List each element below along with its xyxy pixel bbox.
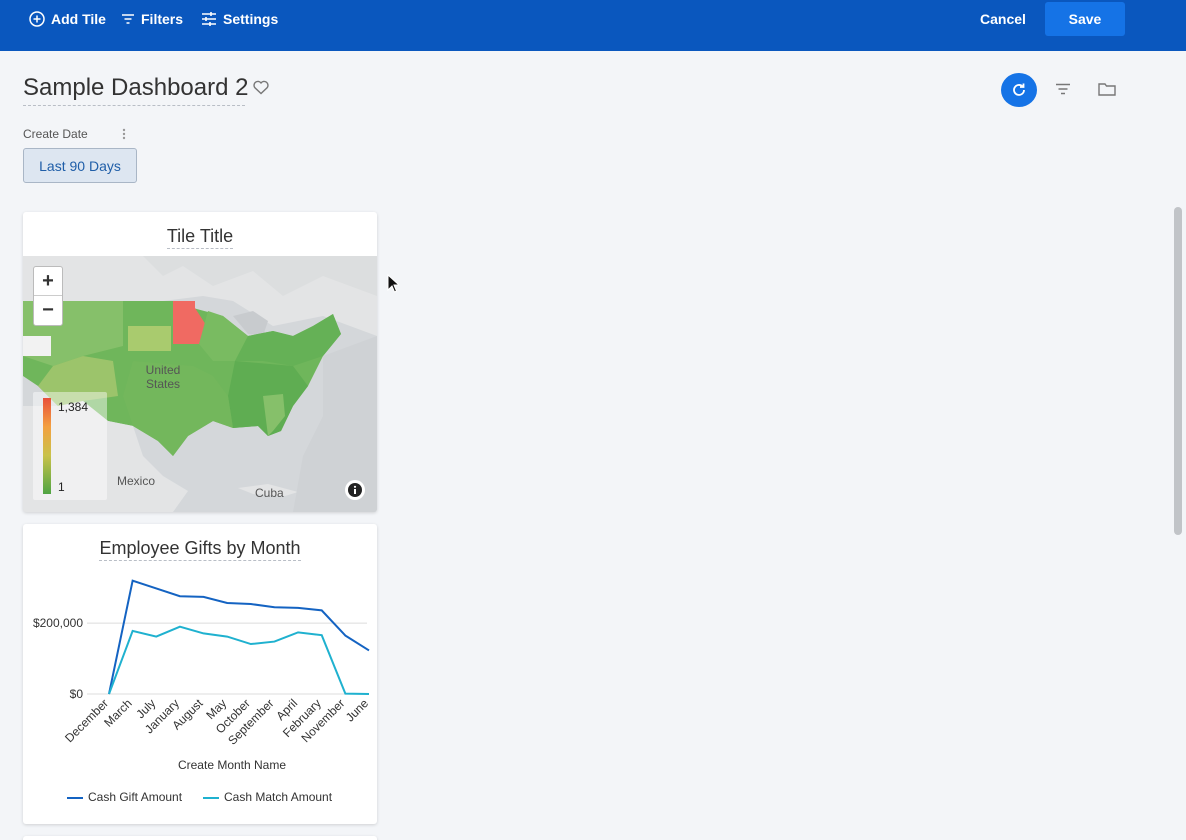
zoom-in-button[interactable]: + — [34, 267, 62, 296]
zoom-control: + − — [33, 266, 63, 326]
filters-button[interactable]: Filters — [121, 0, 183, 38]
refresh-icon — [1013, 83, 1025, 96]
map-tile-title[interactable]: Tile Title — [23, 226, 377, 249]
x-tick-label: June — [343, 696, 372, 725]
info-icon[interactable] — [345, 480, 365, 500]
kebab-menu-icon[interactable] — [122, 127, 126, 145]
filters-label: Filters — [141, 11, 184, 27]
x-axis-label: Create Month Name — [178, 758, 286, 772]
filter-label: Create Date — [23, 127, 88, 141]
line-chart: $0$200,000DecemberMarchJulyJanuaryAugust… — [33, 579, 372, 804]
add-circle-icon — [29, 11, 45, 27]
favorite-heart-icon[interactable] — [253, 80, 269, 100]
settings-button[interactable]: Settings — [201, 0, 278, 38]
map-tile: Tile Title + − 1,384 1 United States Mex… — [23, 212, 377, 512]
y-tick-label: $0 — [70, 687, 84, 701]
chart-tile: Employee Gifts by Month $0 $200,000 Decemb… — [23, 524, 377, 824]
choropleth-map[interactable]: + − 1,384 1 United States Mexico Cuba — [23, 256, 377, 512]
legend-label: Cash Gift Amount — [88, 790, 183, 804]
y-tick-label: $200,000 — [33, 616, 83, 630]
date-filter-chip[interactable]: Last 90 Days — [23, 148, 137, 183]
settings-label: Settings — [223, 11, 279, 27]
map-label-cuba: Cuba — [255, 486, 284, 500]
series-line — [108, 579, 370, 695]
add-tile-button[interactable]: Add Tile — [29, 0, 106, 38]
top-toolbar: Add Tile Filters Settings Cancel Save — [0, 0, 1186, 51]
legend-max-value: 1,384 — [58, 400, 89, 414]
legend-min-value: 1 — [58, 480, 65, 494]
mouse-cursor-icon — [387, 273, 401, 298]
dashboard-title[interactable]: Sample Dashboard 2 — [23, 74, 248, 106]
folder-icon[interactable] — [1098, 82, 1116, 101]
map-legend: 1,384 1 — [33, 392, 107, 500]
filter-icon — [122, 14, 134, 24]
zoom-out-button[interactable]: − — [34, 296, 62, 325]
dashboard-filter-icon[interactable] — [1055, 82, 1071, 100]
cancel-button[interactable]: Cancel — [980, 0, 1026, 38]
legend-label: Cash Match Amount — [224, 790, 333, 804]
x-tick-label: March — [101, 696, 134, 729]
next-tile — [23, 836, 377, 840]
add-tile-label: Add Tile — [51, 11, 106, 27]
map-label-mexico: Mexico — [117, 474, 156, 488]
scrollbar-thumb[interactable] — [1174, 207, 1182, 535]
sliders-icon — [202, 12, 216, 26]
save-label: Save — [1068, 11, 1102, 27]
refresh-button[interactable] — [1001, 73, 1037, 107]
cancel-label: Cancel — [980, 11, 1026, 27]
series-line — [108, 625, 370, 695]
save-button[interactable]: Save — [1045, 2, 1125, 36]
map-label-united-states: United States — [145, 363, 181, 391]
legend-color-scale — [43, 398, 51, 494]
